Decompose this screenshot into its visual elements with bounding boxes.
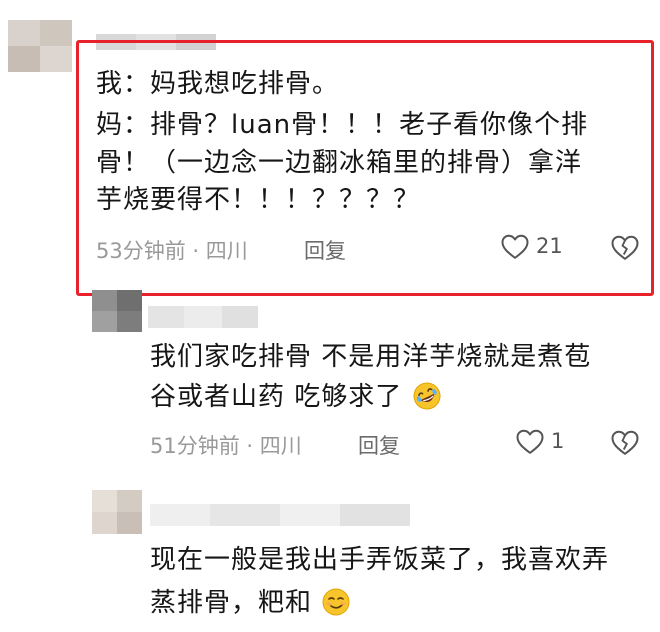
- comment-2-reply-button[interactable]: 回复: [358, 430, 400, 460]
- red-highlight-box: [76, 40, 654, 296]
- comment-3-line-2: 蒸排骨，粑和: [150, 584, 351, 623]
- heart-outline-icon: [516, 429, 544, 454]
- rofl-emoji-icon: [413, 382, 441, 410]
- comment-2-like-count: 1: [551, 429, 565, 453]
- avatar-2[interactable]: [92, 290, 142, 332]
- comment-2-line-2-text: 谷或者山药 吃够求了: [150, 382, 403, 412]
- comment-3-line-2-text: 蒸排骨，粑和: [150, 588, 313, 618]
- comment-2-timestamp: 51分钟前 · 四川: [150, 434, 302, 458]
- username-blurred-2[interactable]: [148, 306, 258, 328]
- smirk-emoji-icon: [322, 588, 350, 616]
- avatar-3[interactable]: [92, 490, 142, 534]
- comment-2-like-button[interactable]: 1: [515, 427, 564, 455]
- comment-2-dislike-button[interactable]: [610, 428, 640, 460]
- comment-2-line-2: 谷或者山药 吃够求了: [150, 378, 442, 417]
- comment-2-line-1: 我们家吃排骨 不是用洋芋烧就是煮苞: [150, 342, 592, 372]
- broken-heart-icon: [611, 430, 639, 455]
- username-blurred-3[interactable]: [150, 500, 410, 530]
- comment-3-line-1: 现在一般是我出手弄饭菜了，我喜欢弄: [150, 545, 610, 575]
- avatar-1[interactable]: [8, 20, 72, 72]
